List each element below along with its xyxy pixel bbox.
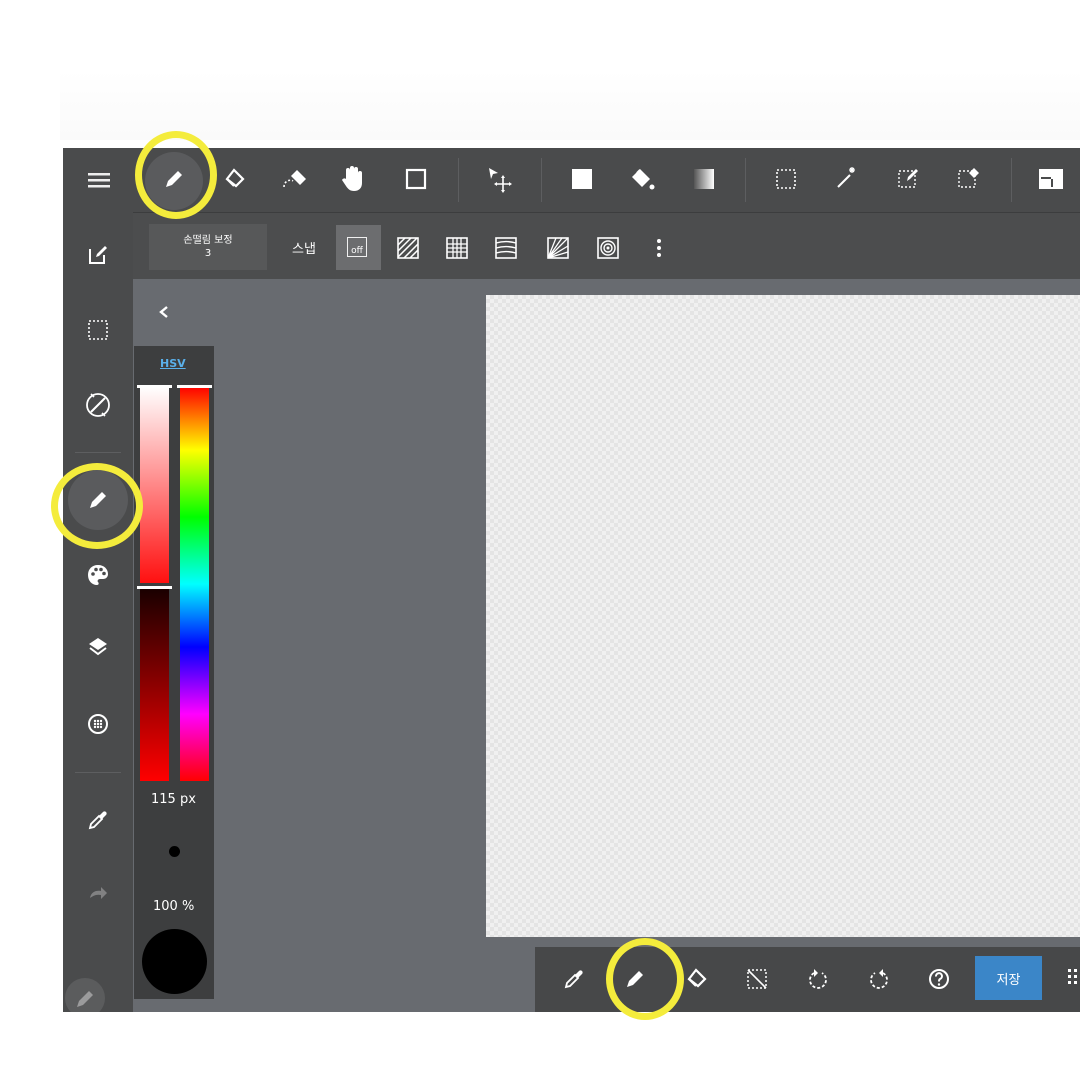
separator xyxy=(745,158,746,202)
separator xyxy=(75,452,121,453)
floating-pen-button[interactable] xyxy=(65,978,105,1012)
separator xyxy=(541,158,542,202)
eyedropper-icon[interactable] xyxy=(85,807,111,833)
brush-size-label[interactable]: 115 px xyxy=(151,792,196,807)
layout-icon[interactable] xyxy=(1037,166,1065,192)
tool-options-bar xyxy=(133,213,1080,279)
saturation-handle[interactable] xyxy=(137,385,172,388)
materials-icon[interactable] xyxy=(84,710,112,738)
highlight-circle-left-pen xyxy=(51,463,143,549)
pen-icon xyxy=(77,991,93,1007)
gradient-icon[interactable] xyxy=(691,166,717,192)
select-eraser-icon[interactable] xyxy=(955,164,983,192)
eraser-icon[interactable] xyxy=(221,166,247,192)
brush-size-preview xyxy=(169,846,180,857)
stabilizer-label: 손떨림 보정 xyxy=(183,235,233,246)
layers-icon[interactable] xyxy=(85,634,111,660)
save-button[interactable]: 저장 xyxy=(975,956,1042,1000)
snap-off-button[interactable]: off xyxy=(336,225,381,270)
stabilizer-control[interactable]: 손떨림 보정 3 xyxy=(149,224,267,270)
selection-icon[interactable] xyxy=(85,317,111,343)
separator xyxy=(1011,158,1012,202)
highlight-circle-top-pen xyxy=(135,131,217,219)
hue-slider[interactable] xyxy=(180,387,209,781)
rotate-icon[interactable] xyxy=(83,390,113,420)
collapse-panel-icon[interactable] xyxy=(153,301,175,323)
hue-handle[interactable] xyxy=(177,385,212,388)
hand-icon[interactable] xyxy=(339,164,367,194)
deselect-icon[interactable] xyxy=(744,966,770,992)
undo-icon[interactable] xyxy=(805,966,831,992)
separator xyxy=(458,158,459,202)
value-handle[interactable] xyxy=(137,586,172,589)
redo-icon[interactable] xyxy=(85,880,111,906)
menu-icon[interactable] xyxy=(87,168,111,192)
palette-icon[interactable] xyxy=(85,562,111,588)
move-icon[interactable] xyxy=(485,164,515,194)
stabilizer-value: 3 xyxy=(204,248,212,259)
current-color-swatch[interactable] xyxy=(142,929,207,994)
opacity-label[interactable]: 100 % xyxy=(153,899,194,914)
eraser-icon[interactable] xyxy=(683,966,709,992)
color-panel: HSV 115 px 100 % xyxy=(134,346,214,999)
background-faded xyxy=(60,70,1080,140)
select-pen-icon[interactable] xyxy=(895,164,923,192)
eyedropper-icon[interactable] xyxy=(561,966,587,992)
saturation-slider[interactable] xyxy=(140,387,169,583)
left-rail xyxy=(63,212,133,1012)
separator xyxy=(75,772,121,773)
grid-menu-icon[interactable] xyxy=(1065,966,1080,992)
snap-off-label: off xyxy=(351,246,363,256)
hsv-mode-label[interactable]: HSV xyxy=(160,357,186,370)
edit-icon[interactable] xyxy=(85,242,111,268)
soft-eraser-icon[interactable] xyxy=(281,166,311,192)
redo-icon[interactable] xyxy=(866,966,892,992)
help-icon[interactable] xyxy=(926,966,952,992)
value-slider[interactable] xyxy=(140,589,169,781)
fill-square-icon[interactable] xyxy=(569,166,595,192)
shape-icon[interactable] xyxy=(403,166,429,192)
bucket-icon[interactable] xyxy=(627,164,657,194)
select-rect-icon[interactable] xyxy=(773,166,799,192)
highlight-circle-bottom-pen xyxy=(606,938,684,1020)
drawing-canvas[interactable] xyxy=(486,295,1080,937)
magic-wand-icon[interactable] xyxy=(833,164,861,192)
